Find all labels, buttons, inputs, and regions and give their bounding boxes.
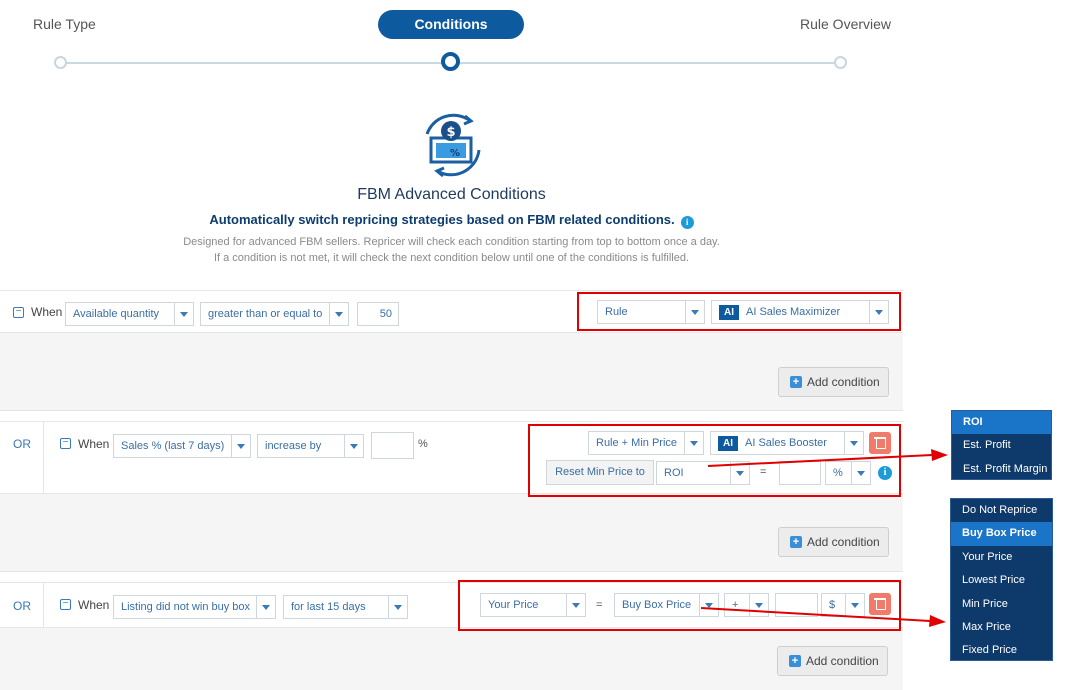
step-dot-rule-type[interactable]: [54, 56, 67, 69]
collapse-icon[interactable]: −: [13, 307, 24, 318]
condition-value-input[interactable]: [371, 432, 414, 459]
dropdown-option-your-price[interactable]: Your Price: [951, 546, 1052, 569]
collapse-icon[interactable]: −: [60, 438, 71, 449]
highlight-box: [577, 292, 901, 331]
condition-field-select[interactable]: Listing did not win buy box: [113, 595, 276, 619]
price-source-dropdown: Do Not Reprice Buy Box Price Your Price …: [950, 498, 1053, 661]
dropdown-option-buy-box-price[interactable]: Buy Box Price: [951, 522, 1052, 546]
or-text: OR: [13, 437, 31, 451]
dropdown-option-max-price[interactable]: Max Price: [951, 616, 1052, 639]
step-rule-overview[interactable]: Rule Overview: [800, 16, 891, 32]
add-condition-button[interactable]: + Add condition: [778, 527, 889, 557]
plus-icon: +: [790, 536, 802, 548]
svg-text:%: %: [450, 148, 460, 159]
select-value: for last 15 days: [291, 601, 366, 613]
highlight-box: [458, 580, 901, 631]
dropdown-option-est-profit-margin[interactable]: Est. Profit Margin: [952, 458, 1051, 481]
when-label: When: [78, 437, 110, 451]
or-label: OR: [0, 583, 44, 627]
condition-row-2-footer: + Add condition: [0, 494, 903, 572]
reset-field-dropdown: ROI Est. Profit Est. Profit Margin: [951, 410, 1052, 480]
step-rule-type[interactable]: Rule Type: [33, 16, 96, 32]
select-value: greater than or equal to: [208, 308, 323, 320]
add-condition-button[interactable]: + Add condition: [778, 367, 889, 397]
button-label: Add condition: [806, 654, 879, 668]
chevron-down-icon: [174, 303, 193, 325]
page-title: FBM Advanced Conditions: [357, 186, 546, 203]
condition-field-select[interactable]: Sales % (last 7 days): [113, 434, 251, 458]
select-value: Listing did not win buy box: [121, 601, 251, 613]
step-conditions[interactable]: Conditions: [378, 10, 524, 39]
page-subtitle: Automatically switch repricing strategie…: [0, 212, 903, 229]
highlight-box: [528, 424, 901, 497]
condition-value-input[interactable]: 50: [357, 302, 399, 326]
or-text: OR: [13, 599, 31, 613]
percent-label: %: [418, 438, 428, 450]
select-value: Available quantity: [73, 308, 160, 320]
button-label: Add condition: [807, 375, 880, 389]
dropdown-option-roi[interactable]: ROI: [952, 411, 1051, 435]
info-icon[interactable]: i: [680, 216, 694, 229]
svg-text:$: $: [446, 125, 455, 140]
condition-operator-select[interactable]: increase by: [257, 434, 364, 458]
when-label: When: [31, 305, 63, 319]
plus-icon: +: [790, 376, 802, 388]
select-value: Sales % (last 7 days): [121, 440, 225, 452]
chevron-down-icon: [231, 435, 250, 457]
plus-icon: +: [789, 655, 801, 667]
dropdown-option-fixed-price[interactable]: Fixed Price: [951, 639, 1052, 662]
fbm-pricing-icon: $ %: [425, 113, 481, 178]
when-label: When: [78, 598, 110, 612]
step-dot-conditions[interactable]: [441, 52, 460, 71]
description-line-1: Designed for advanced FBM sellers. Repri…: [183, 236, 720, 248]
collapse-icon[interactable]: −: [60, 599, 71, 610]
select-value: increase by: [265, 440, 322, 452]
condition-operator-select[interactable]: greater than or equal to: [200, 302, 349, 326]
condition-row-1-footer: + Add condition: [0, 333, 903, 411]
dropdown-option-do-not-reprice[interactable]: Do Not Reprice: [951, 499, 1052, 522]
dropdown-option-lowest-price[interactable]: Lowest Price: [951, 569, 1052, 592]
condition-field-select[interactable]: Available quantity: [65, 302, 194, 326]
chevron-down-icon: [388, 596, 407, 618]
dropdown-option-est-profit[interactable]: Est. Profit: [952, 434, 1051, 457]
period-select[interactable]: for last 15 days: [283, 595, 408, 619]
chevron-down-icon: [344, 435, 363, 457]
add-condition-button[interactable]: + Add condition: [777, 646, 888, 676]
subtitle-text: Automatically switch repricing strategie…: [209, 212, 675, 227]
condition-row-3-footer: + Add condition: [0, 628, 903, 690]
step-dot-rule-overview[interactable]: [834, 56, 847, 69]
description-line-2: If a condition is not met, it will check…: [213, 252, 690, 264]
chevron-down-icon: [329, 303, 348, 325]
chevron-down-icon: [256, 596, 275, 618]
dropdown-option-min-price[interactable]: Min Price: [951, 593, 1052, 616]
or-label: OR: [0, 422, 44, 493]
button-label: Add condition: [807, 535, 880, 549]
